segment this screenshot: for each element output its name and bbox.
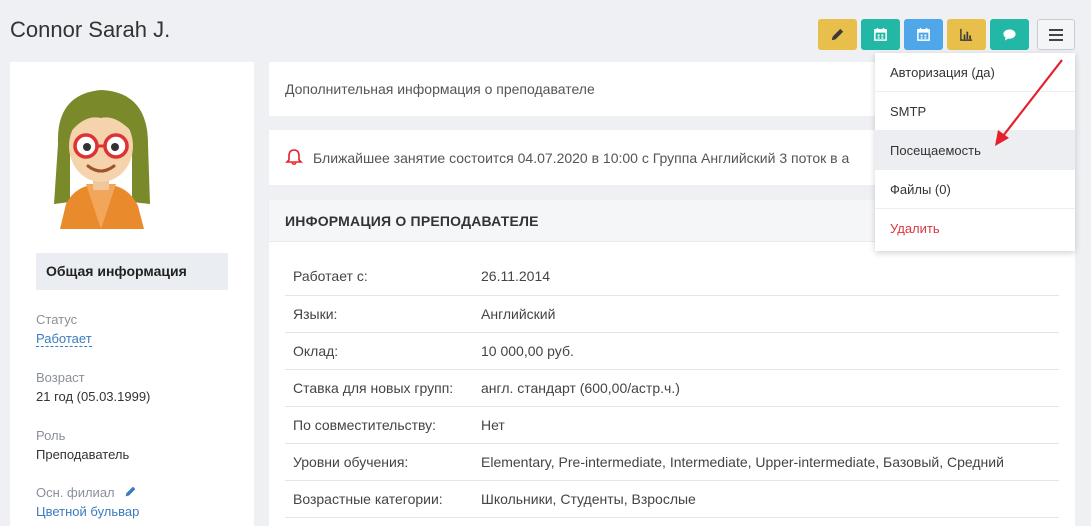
- avatar: [54, 90, 150, 229]
- section-general-info: Общая информация: [36, 253, 228, 290]
- row-key: По совместительству:: [285, 406, 473, 444]
- table-row: Уровни обучения: Elementary, Pre-intermed…: [285, 443, 1059, 481]
- calendar-icon: [874, 27, 887, 41]
- message-button[interactable]: [990, 19, 1029, 50]
- status-field: Статус Работает: [36, 312, 92, 347]
- menu-item-attendance[interactable]: Посещаемость: [875, 131, 1075, 170]
- menu-item-authorization[interactable]: Авторизация (да): [875, 53, 1075, 92]
- row-value: Английский: [473, 295, 1059, 333]
- row-key: Оклад:: [285, 332, 473, 370]
- age-value: 21 год (05.03.1999): [36, 389, 151, 404]
- toolbar: [818, 19, 1033, 50]
- status-link[interactable]: Работает: [36, 331, 92, 347]
- row-key: Работает с:: [285, 258, 473, 296]
- teacher-info-table: Работает с: 26.11.2014 Языки: Английский О…: [285, 258, 1059, 518]
- pencil-icon[interactable]: [124, 485, 137, 498]
- table-row: Ставка для новых групп: англ. стандарт (6…: [285, 369, 1059, 407]
- bell-icon: [285, 149, 303, 166]
- status-label: Статус: [36, 312, 78, 327]
- table-row: Работает с: 26.11.2014: [285, 258, 1059, 296]
- row-value: 26.11.2014: [473, 258, 1059, 296]
- menu-item-smtp[interactable]: SMTP: [875, 92, 1075, 131]
- row-value: Elementary, Pre-intermediate, Intermedia…: [473, 443, 1059, 481]
- schedule-button[interactable]: [904, 19, 943, 50]
- row-value: Нет: [473, 406, 1059, 444]
- table-row: Языки: Английский: [285, 295, 1059, 333]
- stats-button[interactable]: [947, 19, 986, 50]
- notice-text: Ближайшее занятие состоится 04.07.2020 в…: [313, 150, 850, 166]
- next-lesson-notice: Ближайшее занятие состоится 04.07.2020 в…: [269, 130, 875, 185]
- page-title: Connor Sarah J.: [10, 17, 171, 42]
- branch-label-row: Осн. филиал: [36, 485, 139, 500]
- role-field: Роль Преподаватель: [36, 428, 129, 462]
- table-row: Оклад: 10 000,00 руб.: [285, 332, 1059, 370]
- table-row: По совместительству: Нет: [285, 406, 1059, 444]
- pencil-icon: [831, 28, 844, 41]
- role-label: Роль: [36, 428, 66, 443]
- row-value: 10 000,00 руб.: [473, 332, 1059, 370]
- row-value: англ. стандарт (600,00/астр.ч.): [473, 369, 1059, 407]
- role-value: Преподаватель: [36, 447, 130, 462]
- age-field: Возраст 21 год (05.03.1999): [36, 370, 150, 404]
- branch-field: Осн. филиал Цветной бульвар: [36, 485, 139, 519]
- branch-label: Осн. филиал: [36, 485, 115, 500]
- edit-button[interactable]: [818, 19, 857, 50]
- bar-chart-icon: [960, 28, 973, 41]
- row-value: Школьники, Студенты, Взрослые: [473, 480, 1059, 518]
- actions-dropdown: Авторизация (да) SMTP Посещаемость Файлы…: [875, 53, 1075, 251]
- additional-info-card[interactable]: Дополнительная информация о преподавател…: [269, 62, 875, 116]
- row-key: Возрастные категории:: [285, 480, 473, 518]
- branch-link[interactable]: Цветной бульвар: [36, 504, 139, 519]
- menu-item-delete[interactable]: Удалить: [875, 209, 1075, 248]
- calendar-button[interactable]: [861, 19, 900, 50]
- age-label: Возраст: [36, 370, 85, 385]
- row-key: Уровни обучения:: [285, 443, 473, 481]
- hamburger-icon: [1049, 28, 1063, 41]
- chat-icon: [1003, 29, 1016, 41]
- additional-info-link[interactable]: Дополнительная информация о преподавател…: [285, 81, 595, 97]
- menu-button[interactable]: [1037, 19, 1075, 50]
- row-key: Языки:: [285, 295, 473, 333]
- row-key: Ставка для новых групп:: [285, 369, 473, 407]
- calendar-icon: [917, 27, 930, 41]
- table-row: Возрастные категории: Школьники, Студенты…: [285, 480, 1059, 518]
- menu-item-files[interactable]: Файлы (0): [875, 170, 1075, 209]
- profile-card: Общая информация Статус Работает Возраст…: [10, 62, 254, 526]
